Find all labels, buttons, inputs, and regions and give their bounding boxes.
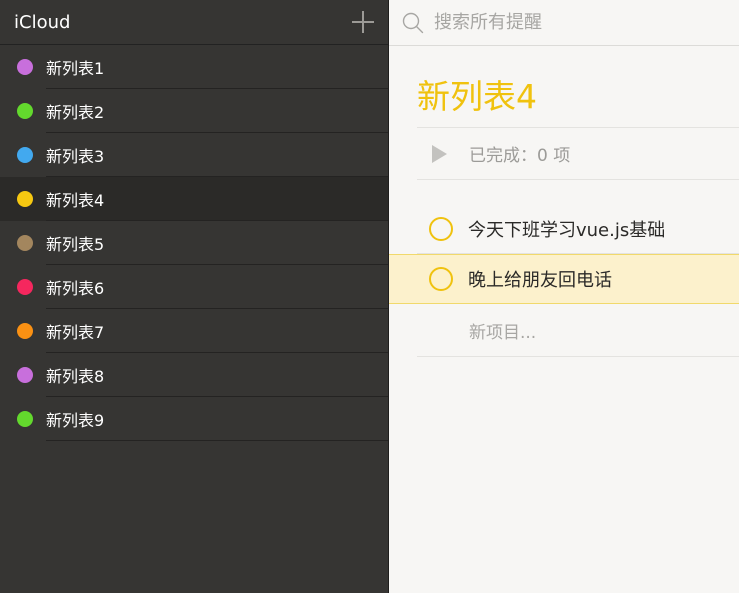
sidebar-item-8[interactable]: 新列表8	[0, 353, 388, 397]
sidebar-item-5[interactable]: 新列表5	[0, 221, 388, 265]
sidebar-list: 新列表1 新列表2 新列表3 新列表4 新列表5 新列表6 新列表7 新列表8 …	[0, 45, 388, 441]
list-color-dot	[17, 59, 33, 75]
list-color-dot	[17, 235, 33, 251]
search-input[interactable]	[432, 11, 716, 34]
search-icon	[402, 12, 424, 33]
task-text[interactable]: 晚上给朋友回电话	[468, 266, 612, 292]
list-title: 新列表4	[417, 77, 537, 116]
sidebar-item-4[interactable]: 新列表4	[0, 177, 388, 221]
list-item[interactable]: 今天下班学习vue.js基础	[389, 204, 739, 254]
list-color-dot	[17, 323, 33, 339]
sidebar: iCloud 新列表1 新列表2 新列表3 新列表4 新列表5 新列表6 新列表…	[0, 0, 389, 593]
sidebar-item-label: 新列表3	[46, 147, 105, 166]
list-color-dot	[17, 367, 33, 383]
sidebar-item-7[interactable]: 新列表7	[0, 309, 388, 353]
disclosure-triangle-icon	[432, 144, 447, 163]
reminders-app: iCloud 新列表1 新列表2 新列表3 新列表4 新列表5 新列表6 新列表…	[0, 0, 739, 593]
sidebar-item-6[interactable]: 新列表6	[0, 265, 388, 309]
divider	[46, 440, 388, 441]
sidebar-item-label: 新列表7	[46, 323, 105, 342]
task-list: 今天下班学习vue.js基础 晚上给朋友回电话 新项目...	[389, 204, 739, 357]
sidebar-item-1[interactable]: 新列表1	[0, 45, 388, 89]
task-text[interactable]: 今天下班学习vue.js基础	[468, 216, 665, 242]
main-panel: 新列表4 已完成：0 项 今天下班学习vue.js基础 晚上给朋友回电话 新项目…	[389, 0, 739, 593]
sidebar-item-label: 新列表4	[46, 191, 105, 210]
task-checkbox[interactable]	[429, 217, 453, 241]
sidebar-item-label: 新列表6	[46, 279, 105, 298]
list-color-dot	[17, 279, 33, 295]
sidebar-item-label: 新列表8	[46, 367, 105, 386]
sidebar-item-label: 新列表5	[46, 235, 105, 254]
list-color-dot	[17, 103, 33, 119]
list-color-dot	[17, 191, 33, 207]
list-item[interactable]: 晚上给朋友回电话	[389, 254, 739, 304]
list-color-dot	[17, 147, 33, 163]
sidebar-item-3[interactable]: 新列表3	[0, 133, 388, 177]
completed-count: 已完成：0 项	[469, 146, 571, 166]
sidebar-header: iCloud	[0, 0, 388, 45]
list-color-dot	[17, 411, 33, 427]
account-title: iCloud	[14, 11, 71, 33]
sidebar-item-label: 新列表1	[46, 59, 105, 78]
sidebar-item-label: 新列表2	[46, 103, 105, 122]
sidebar-item-label: 新列表9	[46, 411, 105, 430]
search-bar	[389, 0, 739, 46]
sidebar-item-2[interactable]: 新列表2	[0, 89, 388, 133]
completed-toggle[interactable]: 已完成：0 项	[417, 127, 739, 180]
add-list-button[interactable]	[352, 11, 374, 33]
sidebar-item-9[interactable]: 新列表9	[0, 397, 388, 441]
new-item-field[interactable]: 新项目...	[417, 304, 739, 357]
task-checkbox[interactable]	[429, 267, 453, 291]
